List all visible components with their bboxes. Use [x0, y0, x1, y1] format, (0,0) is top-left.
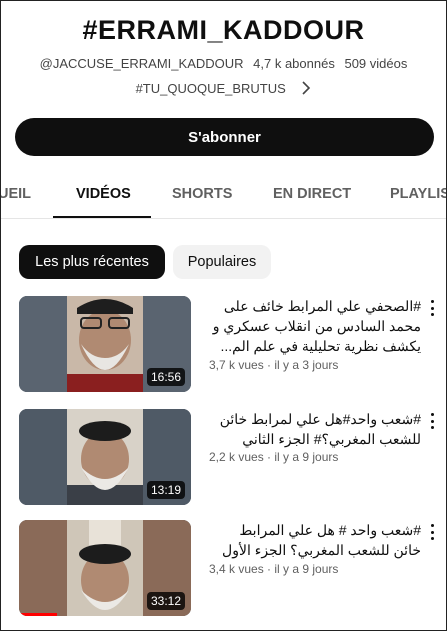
video-thumbnail[interactable]: 13:19 [19, 409, 191, 505]
channel-handle: @JACCUSE_ERRAMI_KADDOUR [39, 56, 244, 71]
channel-tagline: #TU_QUOQUE_BRUTUS [135, 81, 286, 96]
channel-page: #ERRAMI_KADDOUR @JACCUSE_ERRAMI_KADDOUR … [0, 0, 447, 631]
channel-tabs: UEIL VIDÉOS SHORTS EN DIRECT PLAYLIS [1, 173, 446, 219]
channel-meta: @JACCUSE_ERRAMI_KADDOUR 4,7 k abonnés 50… [1, 56, 446, 71]
tab-home[interactable]: UEIL [1, 186, 31, 202]
video-title[interactable]: #الصحفي علي المرابط خائف على محمد السادس… [209, 296, 421, 356]
subscribe-button[interactable]: S'abonner [15, 118, 434, 156]
video-duration: 13:19 [146, 481, 185, 499]
video-title[interactable]: #شعب واحد # هل علي المرابط خائن للشعب ال… [209, 520, 421, 560]
watch-progress-bar [19, 613, 57, 616]
video-count: 509 vidéos [344, 56, 408, 71]
video-thumbnail[interactable]: 16:56 [19, 296, 191, 392]
channel-title: #ERRAMI_KADDOUR [82, 15, 365, 45]
more-vert-icon[interactable] [425, 522, 439, 542]
filter-chip-popular[interactable]: Populaires [173, 245, 271, 279]
tab-videos[interactable]: VIDÉOS [76, 186, 131, 202]
tab-playlists[interactable]: PLAYLIS [390, 186, 446, 202]
subscriber-count: 4,7 k abonnés [253, 56, 335, 71]
tab-live[interactable]: EN DIRECT [273, 186, 351, 202]
video-item[interactable]: 16:56 #الصحفي علي المرابط خائف على محمد … [19, 296, 439, 392]
video-title[interactable]: #شعب واحد#هل علي لمرابط خائن للشعب المغر… [209, 409, 421, 449]
video-meta: 3,4 k vues · il y a 9 jours [209, 562, 339, 576]
active-tab-indicator [53, 216, 151, 218]
video-meta: 3,7 k vues · il y a 3 jours [209, 358, 339, 372]
video-item[interactable]: 13:19 #شعب واحد#هل علي لمرابط خائن للشعب… [19, 409, 439, 505]
chevron-right-icon [301, 81, 311, 98]
channel-description-link[interactable]: #TU_QUOQUE_BRUTUS [1, 81, 446, 98]
video-meta: 2,2 k vues · il y a 9 jours [209, 450, 339, 464]
video-item[interactable]: 33:12 #شعب واحد # هل علي المرابط خائن لل… [19, 520, 439, 616]
video-duration: 16:56 [146, 368, 185, 386]
video-thumbnail[interactable]: 33:12 [19, 520, 191, 616]
filter-chip-recent[interactable]: Les plus récentes [19, 245, 165, 279]
more-vert-icon[interactable] [425, 298, 439, 318]
tab-shorts[interactable]: SHORTS [172, 186, 232, 202]
more-vert-icon[interactable] [425, 411, 439, 431]
video-duration: 33:12 [146, 592, 185, 610]
